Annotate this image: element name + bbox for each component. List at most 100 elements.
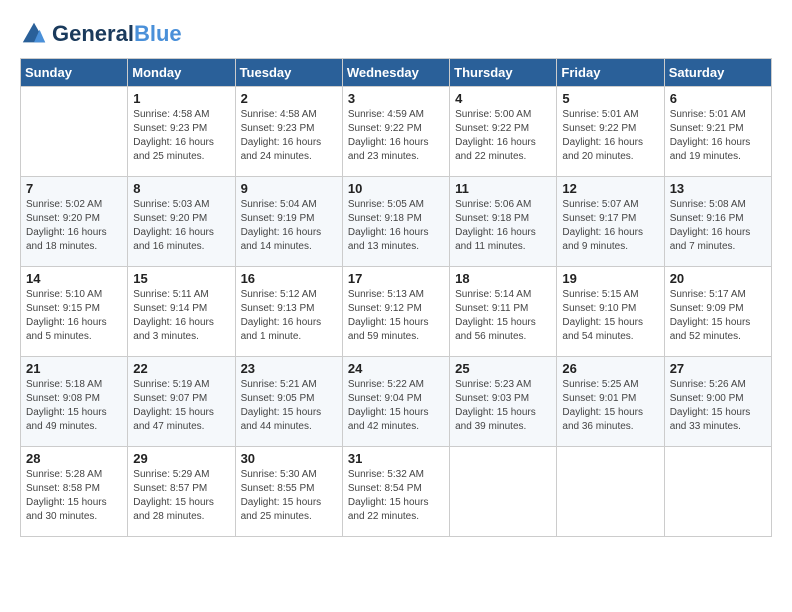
day-info: Sunrise: 5:32 AMSunset: 8:54 PMDaylight:…: [348, 468, 444, 524]
page-header: GeneralBlue: [20, 20, 772, 48]
day-info: Sunrise: 4:59 AMSunset: 9:22 PMDaylight:…: [348, 108, 444, 164]
day-number: 14: [26, 271, 122, 286]
calendar-cell: 22 Sunrise: 5:19 AMSunset: 9:07 PMDaylig…: [128, 357, 235, 447]
calendar-cell: 26 Sunrise: 5:25 AMSunset: 9:01 PMDaylig…: [557, 357, 664, 447]
day-info: Sunrise: 4:58 AMSunset: 9:23 PMDaylight:…: [241, 108, 337, 164]
calendar-cell: 24 Sunrise: 5:22 AMSunset: 9:04 PMDaylig…: [342, 357, 449, 447]
day-number: 6: [670, 91, 766, 106]
calendar-cell: 6 Sunrise: 5:01 AMSunset: 9:21 PMDayligh…: [664, 87, 771, 177]
calendar-cell: 28 Sunrise: 5:28 AMSunset: 8:58 PMDaylig…: [21, 447, 128, 537]
calendar-cell: 27 Sunrise: 5:26 AMSunset: 9:00 PMDaylig…: [664, 357, 771, 447]
day-number: 31: [348, 451, 444, 466]
day-info: Sunrise: 5:11 AMSunset: 9:14 PMDaylight:…: [133, 288, 229, 344]
day-info: Sunrise: 5:02 AMSunset: 9:20 PMDaylight:…: [26, 198, 122, 254]
day-info: Sunrise: 5:18 AMSunset: 9:08 PMDaylight:…: [26, 378, 122, 434]
day-number: 8: [133, 181, 229, 196]
day-info: Sunrise: 5:03 AMSunset: 9:20 PMDaylight:…: [133, 198, 229, 254]
calendar-cell: 30 Sunrise: 5:30 AMSunset: 8:55 PMDaylig…: [235, 447, 342, 537]
day-info: Sunrise: 5:22 AMSunset: 9:04 PMDaylight:…: [348, 378, 444, 434]
day-number: 7: [26, 181, 122, 196]
day-info: Sunrise: 5:14 AMSunset: 9:11 PMDaylight:…: [455, 288, 551, 344]
day-info: Sunrise: 5:15 AMSunset: 9:10 PMDaylight:…: [562, 288, 658, 344]
day-number: 24: [348, 361, 444, 376]
calendar-cell: 17 Sunrise: 5:13 AMSunset: 9:12 PMDaylig…: [342, 267, 449, 357]
calendar-cell: 2 Sunrise: 4:58 AMSunset: 9:23 PMDayligh…: [235, 87, 342, 177]
calendar-cell: [21, 87, 128, 177]
calendar-week-2: 7 Sunrise: 5:02 AMSunset: 9:20 PMDayligh…: [21, 177, 772, 267]
day-number: 4: [455, 91, 551, 106]
day-number: 16: [241, 271, 337, 286]
calendar-cell: 15 Sunrise: 5:11 AMSunset: 9:14 PMDaylig…: [128, 267, 235, 357]
day-info: Sunrise: 5:08 AMSunset: 9:16 PMDaylight:…: [670, 198, 766, 254]
day-number: 20: [670, 271, 766, 286]
day-info: Sunrise: 5:13 AMSunset: 9:12 PMDaylight:…: [348, 288, 444, 344]
calendar-cell: 12 Sunrise: 5:07 AMSunset: 9:17 PMDaylig…: [557, 177, 664, 267]
day-number: 25: [455, 361, 551, 376]
day-number: 21: [26, 361, 122, 376]
day-info: Sunrise: 5:25 AMSunset: 9:01 PMDaylight:…: [562, 378, 658, 434]
calendar-cell: 4 Sunrise: 5:00 AMSunset: 9:22 PMDayligh…: [450, 87, 557, 177]
calendar-cell: 29 Sunrise: 5:29 AMSunset: 8:57 PMDaylig…: [128, 447, 235, 537]
day-number: 23: [241, 361, 337, 376]
day-info: Sunrise: 5:04 AMSunset: 9:19 PMDaylight:…: [241, 198, 337, 254]
weekday-header-saturday: Saturday: [664, 59, 771, 87]
day-info: Sunrise: 5:12 AMSunset: 9:13 PMDaylight:…: [241, 288, 337, 344]
day-info: Sunrise: 5:21 AMSunset: 9:05 PMDaylight:…: [241, 378, 337, 434]
day-number: 5: [562, 91, 658, 106]
day-info: Sunrise: 5:07 AMSunset: 9:17 PMDaylight:…: [562, 198, 658, 254]
weekday-header-monday: Monday: [128, 59, 235, 87]
day-number: 17: [348, 271, 444, 286]
day-number: 2: [241, 91, 337, 106]
calendar-cell: 1 Sunrise: 4:58 AMSunset: 9:23 PMDayligh…: [128, 87, 235, 177]
logo: GeneralBlue: [20, 20, 182, 48]
calendar-cell: 23 Sunrise: 5:21 AMSunset: 9:05 PMDaylig…: [235, 357, 342, 447]
day-info: Sunrise: 5:26 AMSunset: 9:00 PMDaylight:…: [670, 378, 766, 434]
day-number: 13: [670, 181, 766, 196]
calendar-cell: 5 Sunrise: 5:01 AMSunset: 9:22 PMDayligh…: [557, 87, 664, 177]
weekday-header-sunday: Sunday: [21, 59, 128, 87]
calendar-cell: 21 Sunrise: 5:18 AMSunset: 9:08 PMDaylig…: [21, 357, 128, 447]
day-info: Sunrise: 5:28 AMSunset: 8:58 PMDaylight:…: [26, 468, 122, 524]
calendar-cell: 14 Sunrise: 5:10 AMSunset: 9:15 PMDaylig…: [21, 267, 128, 357]
day-info: Sunrise: 5:30 AMSunset: 8:55 PMDaylight:…: [241, 468, 337, 524]
logo-icon: [20, 20, 48, 48]
calendar-cell: [664, 447, 771, 537]
weekday-header-friday: Friday: [557, 59, 664, 87]
calendar-cell: 18 Sunrise: 5:14 AMSunset: 9:11 PMDaylig…: [450, 267, 557, 357]
day-number: 1: [133, 91, 229, 106]
calendar-cell: 7 Sunrise: 5:02 AMSunset: 9:20 PMDayligh…: [21, 177, 128, 267]
day-info: Sunrise: 5:06 AMSunset: 9:18 PMDaylight:…: [455, 198, 551, 254]
day-number: 29: [133, 451, 229, 466]
day-number: 3: [348, 91, 444, 106]
day-number: 11: [455, 181, 551, 196]
weekday-header-thursday: Thursday: [450, 59, 557, 87]
day-number: 22: [133, 361, 229, 376]
day-info: Sunrise: 5:17 AMSunset: 9:09 PMDaylight:…: [670, 288, 766, 344]
calendar-cell: 11 Sunrise: 5:06 AMSunset: 9:18 PMDaylig…: [450, 177, 557, 267]
weekday-header-row: SundayMondayTuesdayWednesdayThursdayFrid…: [21, 59, 772, 87]
calendar-cell: 8 Sunrise: 5:03 AMSunset: 9:20 PMDayligh…: [128, 177, 235, 267]
day-info: Sunrise: 5:01 AMSunset: 9:21 PMDaylight:…: [670, 108, 766, 164]
calendar-week-3: 14 Sunrise: 5:10 AMSunset: 9:15 PMDaylig…: [21, 267, 772, 357]
day-info: Sunrise: 5:00 AMSunset: 9:22 PMDaylight:…: [455, 108, 551, 164]
day-number: 26: [562, 361, 658, 376]
day-number: 28: [26, 451, 122, 466]
day-number: 15: [133, 271, 229, 286]
calendar-cell: 20 Sunrise: 5:17 AMSunset: 9:09 PMDaylig…: [664, 267, 771, 357]
calendar-week-4: 21 Sunrise: 5:18 AMSunset: 9:08 PMDaylig…: [21, 357, 772, 447]
day-number: 27: [670, 361, 766, 376]
day-info: Sunrise: 5:19 AMSunset: 9:07 PMDaylight:…: [133, 378, 229, 434]
weekday-header-tuesday: Tuesday: [235, 59, 342, 87]
calendar-cell: [557, 447, 664, 537]
calendar-cell: [450, 447, 557, 537]
day-number: 18: [455, 271, 551, 286]
day-number: 19: [562, 271, 658, 286]
day-number: 10: [348, 181, 444, 196]
day-number: 12: [562, 181, 658, 196]
day-info: Sunrise: 5:05 AMSunset: 9:18 PMDaylight:…: [348, 198, 444, 254]
calendar-cell: 16 Sunrise: 5:12 AMSunset: 9:13 PMDaylig…: [235, 267, 342, 357]
calendar-week-5: 28 Sunrise: 5:28 AMSunset: 8:58 PMDaylig…: [21, 447, 772, 537]
day-number: 30: [241, 451, 337, 466]
calendar-week-1: 1 Sunrise: 4:58 AMSunset: 9:23 PMDayligh…: [21, 87, 772, 177]
day-info: Sunrise: 5:01 AMSunset: 9:22 PMDaylight:…: [562, 108, 658, 164]
